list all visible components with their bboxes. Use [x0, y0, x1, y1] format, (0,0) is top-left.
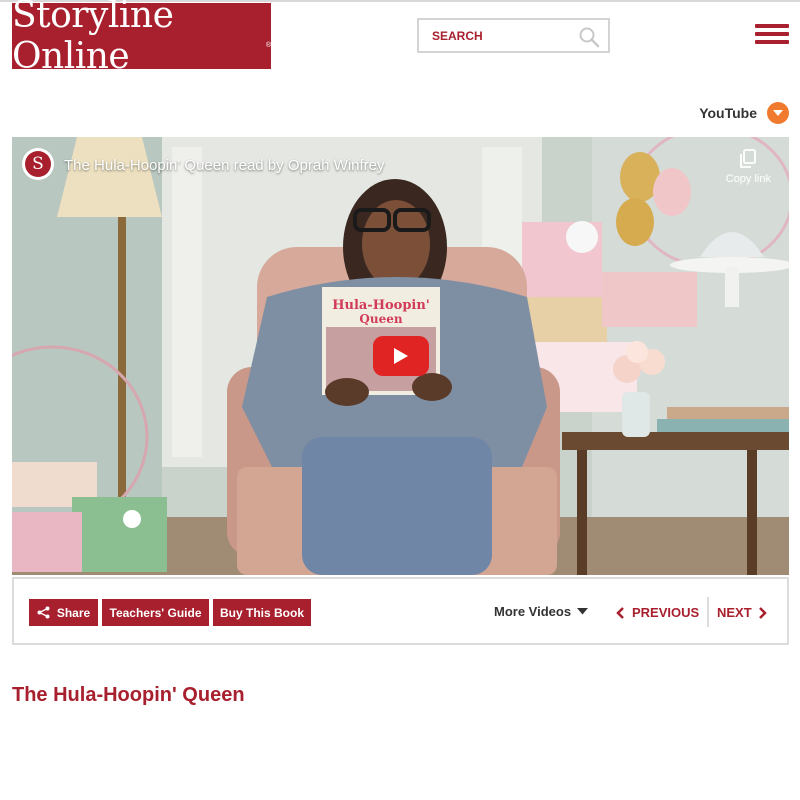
share-label: Share — [56, 605, 91, 620]
svg-text:Queen: Queen — [359, 312, 402, 326]
video-player[interactable]: Hula-Hoopin' Queen S The Hula-Hoopin' Qu… — [12, 137, 789, 575]
share-button[interactable]: Share — [29, 599, 98, 626]
logo-text: Storyline Online — [12, 0, 174, 77]
previous-button[interactable]: PREVIOUS — [616, 605, 699, 620]
next-button[interactable]: NEXT — [717, 605, 767, 620]
caret-down-icon — [577, 608, 589, 615]
play-button[interactable] — [373, 336, 429, 376]
buy-this-book-button[interactable]: Buy This Book — [213, 599, 311, 626]
next-label: NEXT — [717, 605, 752, 620]
more-videos-dropdown[interactable]: More Videos — [494, 604, 589, 619]
search-icon[interactable] — [578, 26, 600, 48]
logo-registered-mark: ® — [265, 41, 271, 49]
video-title[interactable]: The Hula-Hoopin' Queen read by Oprah Win… — [64, 157, 385, 174]
player-source-label: YouTube — [699, 105, 757, 121]
copy-link-button[interactable]: Copy link — [726, 149, 771, 185]
teachers-guide-button[interactable]: Teachers' Guide — [102, 599, 209, 626]
search-box[interactable] — [417, 18, 610, 53]
site-logo[interactable]: Storyline Online ® — [12, 0, 271, 77]
copy-icon — [740, 149, 757, 168]
copy-link-label: Copy link — [725, 173, 771, 185]
share-icon — [37, 606, 50, 619]
menu-bar — [755, 32, 789, 36]
chevron-right-icon — [758, 606, 767, 619]
menu-bar — [755, 24, 789, 28]
chevron-down-icon[interactable] — [767, 102, 789, 124]
play-icon — [394, 348, 408, 364]
nav-divider — [707, 597, 709, 627]
player-source-toggle[interactable]: YouTube — [699, 102, 789, 124]
video-toolbar: Share Teachers' Guide Buy This Book More… — [12, 577, 789, 645]
previous-label: PREVIOUS — [632, 605, 700, 620]
hamburger-menu-icon[interactable] — [755, 24, 789, 48]
channel-avatar-letter: S — [25, 151, 51, 177]
book-title: The Hula-Hoopin' Queen — [12, 684, 245, 706]
search-input[interactable] — [432, 28, 572, 43]
chevron-left-icon — [616, 606, 624, 619]
channel-avatar[interactable]: S — [22, 148, 54, 180]
menu-bar — [755, 40, 789, 44]
more-videos-label: More Videos — [494, 604, 572, 619]
svg-text:Hula-Hoopin': Hula-Hoopin' — [332, 298, 430, 313]
